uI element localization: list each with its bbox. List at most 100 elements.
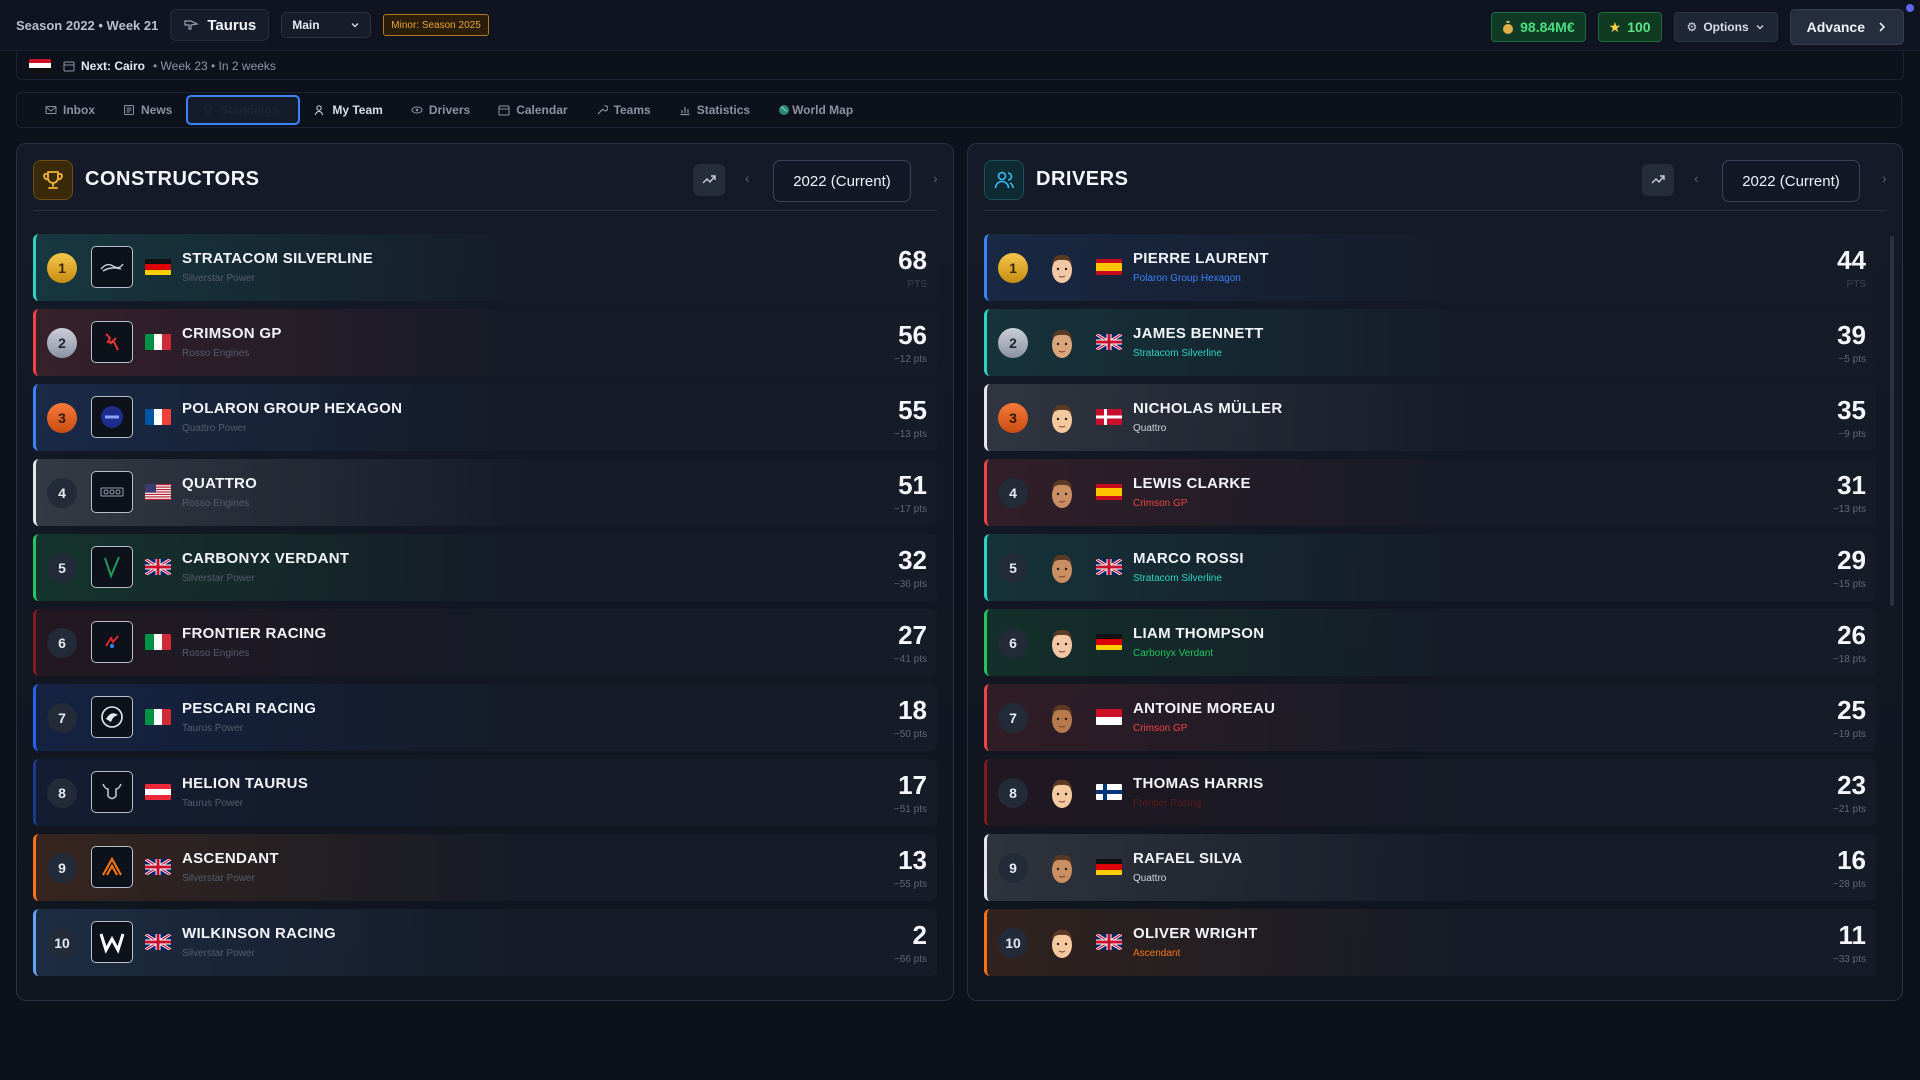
points-value: 56 (898, 320, 927, 350)
driver-row[interactable]: 1 PIERRE LAURENT Polaron Group Hexagon 4… (984, 234, 1876, 301)
country-flag-icon (145, 484, 171, 500)
trend-chart-button[interactable] (1642, 164, 1674, 196)
country-flag-icon (1096, 484, 1122, 500)
tab-my-team[interactable]: My Team (300, 95, 396, 125)
driver-name: LEWIS CLARKE (1133, 475, 1251, 492)
points-gap: −33 pts (1832, 954, 1866, 965)
points-gap: −5 pts (1838, 354, 1866, 365)
points-value: 17 (898, 770, 927, 800)
position-badge: 8 (998, 778, 1028, 808)
driver-row[interactable]: 2 JAMES BENNETT Stratacom Silverline 39 … (984, 309, 1876, 376)
tab-statistics[interactable]: Statistics (665, 95, 764, 125)
tab-world-map[interactable]: World Map (764, 95, 867, 125)
budget-value: 98.84M€ (1520, 19, 1575, 35)
drivers-header: DRIVERS ‹ 2022 (Current) › (984, 160, 1887, 211)
next-race-meta: • Week 23 • In 2 weeks (153, 58, 276, 73)
constructor-row[interactable]: 3 POLARON GROUP HEXAGON Quattro Power 55… (33, 384, 937, 451)
driver-team: Carbonyx Verdant (1133, 648, 1214, 659)
bar-chart-icon (680, 107, 690, 116)
season-select[interactable]: 2022 (Current) (1722, 160, 1860, 202)
engine-supplier: Silverstar Power (182, 273, 255, 284)
users-icon (984, 160, 1024, 200)
points-value: 39 (1837, 320, 1866, 350)
driver-row[interactable]: 6 LIAM THOMPSON Carbonyx Verdant 26 −18 … (984, 609, 1876, 676)
team-logo-icon (91, 546, 133, 588)
country-flag-icon (1096, 784, 1122, 800)
mode-select[interactable]: Main (281, 12, 372, 38)
points-value: 31 (1837, 470, 1866, 500)
engine-supplier: Silverstar Power (182, 873, 255, 884)
advance-label: Advance (1806, 19, 1865, 35)
options-button[interactable]: ⚙ Options (1673, 12, 1778, 42)
country-flag-icon (145, 784, 171, 800)
previous-season-button[interactable]: ‹ (1694, 170, 1699, 186)
driver-avatar-icon (1052, 254, 1072, 283)
driver-row[interactable]: 3 NICHOLAS MÜLLER Quattro 35 −9 pts (984, 384, 1876, 451)
driver-avatar-icon (1052, 554, 1072, 583)
position-badge: 1 (47, 253, 77, 283)
tab-news[interactable]: News (109, 95, 186, 125)
engine-supplier: Rosso Engines (182, 648, 250, 659)
driver-avatar-icon (1052, 404, 1072, 433)
points-gap: −13 pts (893, 429, 927, 440)
constructor-row[interactable]: 2 CRIMSON GP Rosso Engines 56 −12 pts (33, 309, 937, 376)
team-selector[interactable]: Taurus (170, 9, 270, 41)
driver-avatar-icon (1052, 479, 1072, 508)
advance-button[interactable]: Advance (1789, 9, 1904, 45)
tab-label: News (141, 103, 173, 117)
constructor-row[interactable]: 4 QUATTRO Rosso Engines 51 −17 pts (33, 459, 937, 526)
position-badge: 6 (998, 628, 1028, 658)
driver-team: Ascendant (1133, 948, 1181, 959)
driver-row[interactable]: 9 RAFAEL SILVA Quattro 16 −28 pts (984, 834, 1876, 901)
previous-season-button[interactable]: ‹ (745, 170, 750, 186)
country-flag-icon (1096, 934, 1122, 950)
points-value: 27 (898, 620, 927, 650)
drivers-scrollbar[interactable] (1890, 236, 1894, 606)
tab-standings[interactable]: Standings (186, 95, 301, 125)
driver-avatar-icon (1052, 629, 1072, 658)
points-gap: −12 pts (893, 354, 927, 365)
tab-inbox[interactable]: Inbox (31, 95, 109, 125)
constructor-row[interactable]: 1 STRATACOM SILVERLINE Silverstar Power … (33, 234, 937, 301)
driver-team: Stratacom Silverline (1133, 348, 1222, 359)
tab-label: Inbox (63, 103, 95, 117)
eye-icon (411, 106, 423, 114)
constructor-row[interactable]: 5 CARBONYX VERDANT Silverstar Power 32 −… (33, 534, 937, 601)
next-season-button[interactable]: › (1882, 170, 1887, 186)
reputation-badge: ★ 100 (1597, 12, 1662, 42)
team-logo-icon (91, 696, 133, 738)
position-badge: 5 (998, 553, 1028, 583)
driver-row[interactable]: 5 MARCO ROSSI Stratacom Silverline 29 −1… (984, 534, 1876, 601)
constructor-row[interactable]: 7 PESCARI RACING Taurus Power 18 −50 pts (33, 684, 937, 751)
next-season-button[interactable]: › (933, 170, 938, 186)
constructor-row[interactable]: 6 FRONTIER RACING Rosso Engines 27 −41 p… (33, 609, 937, 676)
driver-team: Stratacom Silverline (1133, 573, 1222, 584)
chevron-down-icon (351, 23, 359, 28)
engine-supplier: Taurus Power (182, 798, 244, 809)
tab-teams[interactable]: Teams (582, 95, 665, 125)
constructor-row[interactable]: 9 ASCENDANT Silverstar Power 13 −55 pts (33, 834, 937, 901)
constructor-row[interactable]: 8 HELION TAURUS Taurus Power 17 −51 pts (33, 759, 937, 826)
egypt-flag-icon (29, 58, 51, 73)
driver-team: Frontier Racing (1133, 798, 1202, 809)
team-name: QUATTRO (182, 475, 258, 492)
trend-chart-button[interactable] (693, 164, 725, 196)
driver-row[interactable]: 10 OLIVER WRIGHT Ascendant 11 −33 pts (984, 909, 1876, 976)
tab-drivers[interactable]: Drivers (397, 95, 484, 125)
driver-row[interactable]: 4 LEWIS CLARKE Crimson GP 31 −13 pts (984, 459, 1876, 526)
constructor-row[interactable]: 10 WILKINSON RACING Silverstar Power 2 −… (33, 909, 937, 976)
points-value: 13 (898, 845, 927, 875)
driver-row[interactable]: 8 THOMAS HARRIS Frontier Racing 23 −21 p… (984, 759, 1876, 826)
points-gap: −17 pts (893, 504, 927, 515)
points-gap: −9 pts (1838, 429, 1866, 440)
driver-row[interactable]: 7 ANTOINE MOREAU Crimson GP 25 −19 pts (984, 684, 1876, 751)
options-label: Options (1703, 20, 1749, 34)
team-name: POLARON GROUP HEXAGON (182, 400, 403, 417)
team-name: HELION TAURUS (182, 775, 309, 792)
tab-label: Standings (220, 103, 279, 117)
engine-supplier: Silverstar Power (182, 573, 255, 584)
tab-calendar[interactable]: Calendar (484, 95, 581, 125)
season-select[interactable]: 2022 (Current) (773, 160, 911, 202)
points-value: 18 (898, 695, 927, 725)
main-nav: Inbox News Standings My Team Drivers Cal… (16, 92, 1902, 128)
